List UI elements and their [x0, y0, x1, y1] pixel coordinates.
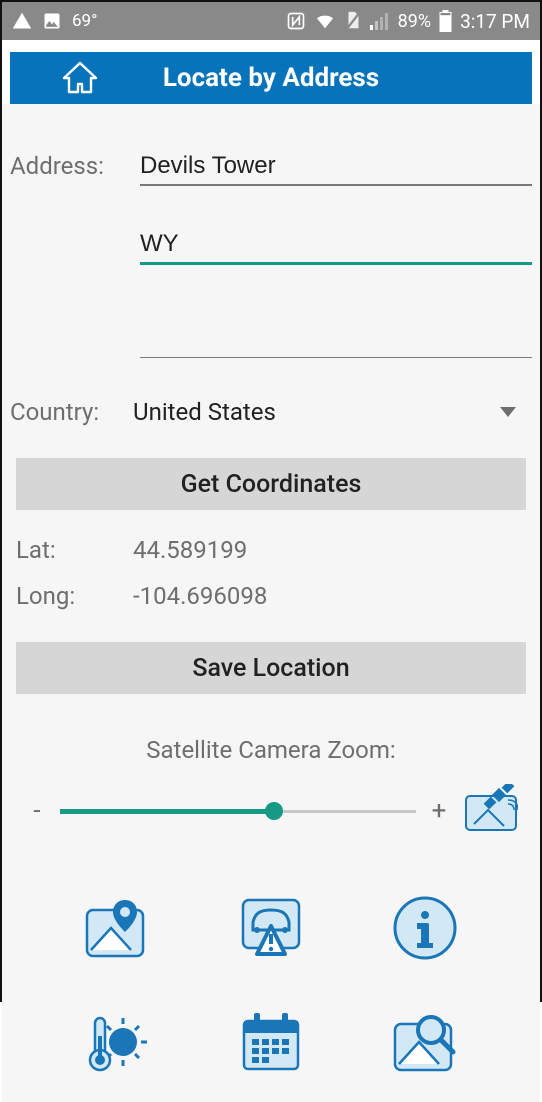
status-bar: 69° 89% 3:17 PM	[2, 2, 540, 40]
app-header: Locate by Address	[10, 52, 532, 104]
zoom-in-button[interactable]: +	[424, 796, 454, 826]
zoom-row: - +	[22, 782, 520, 840]
long-label: Long:	[16, 582, 133, 610]
lat-label: Lat:	[16, 536, 133, 564]
lat-value: 44.589199	[133, 536, 247, 564]
temperature: 69°	[72, 11, 97, 31]
save-location-button[interactable]: Save Location	[16, 642, 526, 694]
battery-icon	[439, 10, 452, 32]
content-area: Address: Country: United States Get Coor…	[2, 104, 540, 1102]
chevron-down-icon	[500, 407, 516, 417]
image-icon	[42, 11, 62, 31]
country-value: United States	[133, 398, 276, 426]
weather-thermometer-icon[interactable]	[77, 1002, 157, 1082]
home-icon[interactable]	[60, 58, 100, 102]
zoom-thumb[interactable]	[265, 802, 283, 820]
battery-percent: 89%	[398, 11, 431, 32]
address-label: Address:	[10, 152, 140, 186]
warning-triangle-icon	[12, 11, 32, 31]
address-row-3	[10, 323, 532, 358]
status-right: 89% 3:17 PM	[286, 10, 530, 33]
long-value: -104.696098	[133, 582, 267, 610]
address-row-1: Address:	[10, 150, 532, 186]
app-frame: 69° 89% 3:17 PM Locate by A	[0, 0, 542, 1002]
lat-row: Lat: 44.589199	[16, 536, 532, 564]
satellite-icon[interactable]	[462, 782, 520, 840]
address-line1-input[interactable]	[140, 150, 532, 186]
address-row-2	[10, 228, 532, 265]
search-map-icon[interactable]	[385, 1002, 465, 1082]
bottom-icon-grid	[10, 888, 532, 1102]
country-select[interactable]: United States	[133, 398, 532, 426]
country-row: Country: United States	[10, 398, 532, 426]
info-icon[interactable]	[385, 888, 465, 968]
status-left: 69°	[12, 11, 97, 31]
nfc-icon	[286, 11, 306, 31]
wifi-icon	[314, 12, 336, 30]
country-label: Country:	[10, 398, 133, 426]
clock-time: 3:17 PM	[460, 10, 530, 33]
calendar-icon[interactable]	[231, 1002, 311, 1082]
zoom-label: Satellite Camera Zoom:	[10, 736, 532, 764]
get-coordinates-button[interactable]: Get Coordinates	[16, 458, 526, 510]
no-sim-icon	[344, 11, 362, 31]
cell-signal-icon	[370, 12, 390, 30]
map-pin-icon[interactable]	[77, 888, 157, 968]
long-row: Long: -104.696098	[16, 582, 532, 610]
address-line3-input[interactable]	[140, 323, 532, 358]
traffic-alert-icon[interactable]	[231, 888, 311, 968]
zoom-slider[interactable]	[60, 796, 416, 826]
address-line2-input[interactable]	[140, 228, 532, 265]
zoom-out-button[interactable]: -	[22, 796, 52, 826]
